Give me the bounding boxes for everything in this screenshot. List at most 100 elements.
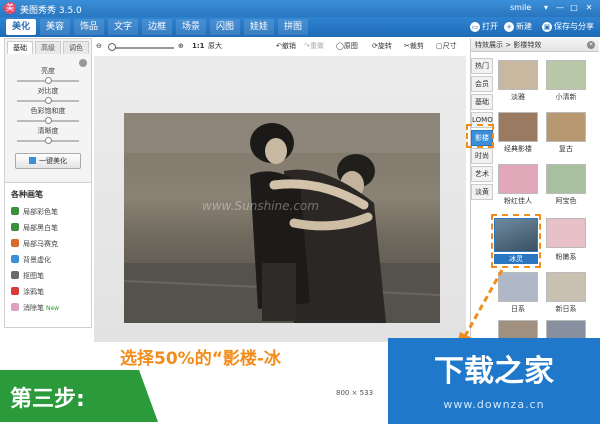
maximize-icon[interactable]: □ bbox=[568, 2, 580, 13]
undo-button[interactable]: ↶撤销 bbox=[276, 40, 296, 52]
effect-thumb[interactable] bbox=[546, 218, 586, 248]
brush-item-doodle[interactable]: 涂鸦笔 bbox=[11, 287, 44, 298]
new-badge: New bbox=[46, 305, 60, 312]
tab-basic[interactable]: 基础 bbox=[7, 41, 33, 54]
plus-icon: + bbox=[504, 22, 514, 32]
saturation-knob[interactable] bbox=[45, 117, 52, 124]
dropdown-icon[interactable]: ▾ bbox=[540, 2, 552, 13]
tab-advanced[interactable]: 高级 bbox=[35, 41, 61, 54]
brightness-knob[interactable] bbox=[45, 77, 52, 84]
tab-border[interactable]: 边框 bbox=[142, 19, 172, 35]
step-badge: 第三步: bbox=[0, 370, 158, 422]
brush-label: 涂鸦笔 bbox=[23, 288, 44, 296]
folder-icon: ▭ bbox=[470, 22, 480, 32]
effect-thumb[interactable] bbox=[498, 60, 538, 90]
tab-makeup[interactable]: 美容 bbox=[40, 19, 70, 35]
tab-doll[interactable]: 娃娃 bbox=[244, 19, 274, 35]
open-label: 打开 bbox=[482, 22, 498, 31]
effect-label: 淡雅 bbox=[511, 93, 525, 101]
crop-button[interactable]: ✂裁剪 bbox=[404, 40, 424, 52]
effect-thumb[interactable] bbox=[498, 112, 538, 142]
adjust-tabs: 基础 高级 调色 bbox=[5, 39, 91, 54]
tab-text[interactable]: 文字 bbox=[108, 19, 138, 35]
beautify-label: 一键美化 bbox=[39, 157, 67, 165]
edit-toolbar: ⊖ ⊕ 1:1 原大 ↶撤销 ↷重做 ◯原图 ⟳旋转 ✂裁剪 ▢尺寸 bbox=[92, 38, 470, 54]
tab-color[interactable]: 调色 bbox=[63, 41, 89, 54]
tab-collage[interactable]: 拼图 bbox=[278, 19, 308, 35]
resize-icon: ▢ bbox=[436, 42, 443, 50]
rotate-label: 旋转 bbox=[377, 42, 392, 50]
user-name[interactable]: smile bbox=[510, 3, 531, 12]
mosaic-icon bbox=[11, 239, 19, 247]
category-basic[interactable]: 基础 bbox=[471, 94, 493, 110]
category-hot[interactable]: 热门 bbox=[471, 58, 493, 74]
zoom-in-icon[interactable]: ⊕ bbox=[178, 40, 184, 52]
effect-thumb[interactable] bbox=[546, 60, 586, 90]
watermark: www.Sunshine.com bbox=[202, 199, 319, 213]
brand-url: www.downza.cn bbox=[443, 398, 545, 411]
bw-brush-icon bbox=[11, 223, 19, 231]
effect-label: 经典影楼 bbox=[504, 145, 532, 153]
sharpness-label: 清晰度 bbox=[37, 127, 59, 135]
effect-thumb[interactable] bbox=[498, 164, 538, 194]
effect-label: 复古 bbox=[559, 145, 573, 153]
brush-panel: 各种画笔 局部彩色笔 局部黑白笔 局部马赛克 背景虚化 抠图笔 涂鸦笔 消除笔 N… bbox=[4, 182, 92, 328]
resize-button[interactable]: ▢尺寸 bbox=[436, 40, 457, 52]
panel-close-icon[interactable]: × bbox=[587, 41, 595, 49]
tab-scene[interactable]: 场景 bbox=[176, 19, 206, 35]
brightness-label: 亮度 bbox=[41, 67, 55, 75]
edited-photo[interactable]: www.Sunshine.com bbox=[124, 113, 440, 323]
category-pale[interactable]: 淡黄 bbox=[471, 184, 493, 200]
brush-item-eraser[interactable]: 消除笔 New bbox=[11, 303, 59, 314]
category-fashion[interactable]: 时尚 bbox=[471, 148, 493, 164]
brush-label: 背景虚化 bbox=[23, 256, 51, 264]
rotate-button[interactable]: ⟳旋转 bbox=[372, 40, 392, 52]
contrast-knob[interactable] bbox=[45, 97, 52, 104]
blur-icon bbox=[11, 255, 19, 263]
app-title: 美图秀秀 3.5.0 bbox=[20, 6, 82, 16]
step-label: 第三步: bbox=[10, 387, 85, 412]
brush-label: 局部彩色笔 bbox=[23, 208, 58, 216]
magic-wand-icon bbox=[29, 157, 36, 164]
redo-button[interactable]: ↷重做 bbox=[304, 40, 324, 52]
effect-thumb[interactable] bbox=[546, 112, 586, 142]
close-icon[interactable]: ✕ bbox=[583, 2, 595, 13]
open-button[interactable]: ▭ 打开 bbox=[470, 20, 498, 34]
brush-item-bw[interactable]: 局部黑白笔 bbox=[11, 223, 58, 234]
tab-flash[interactable]: 闪图 bbox=[210, 19, 240, 35]
app-logo-icon: 美 bbox=[4, 2, 16, 14]
original-image-button[interactable]: ◯原图 bbox=[336, 40, 358, 52]
effect-label: 小清新 bbox=[555, 93, 577, 101]
minimize-icon[interactable]: — bbox=[554, 2, 566, 13]
brush-label: 消除笔 bbox=[23, 304, 44, 312]
brush-item-color[interactable]: 局部彩色笔 bbox=[11, 207, 58, 218]
brush-label: 局部马赛克 bbox=[23, 240, 58, 248]
effect-thumb[interactable] bbox=[546, 164, 586, 194]
category-art[interactable]: 艺术 bbox=[471, 166, 493, 182]
effect-thumb-selected[interactable] bbox=[494, 218, 538, 252]
actual-size-ratio[interactable]: 1:1 bbox=[192, 40, 205, 52]
tab-accessories[interactable]: 饰品 bbox=[74, 19, 104, 35]
selected-effect-label: 冰灵 bbox=[494, 254, 538, 264]
effect-thumb[interactable] bbox=[546, 272, 586, 302]
zoom-out-icon[interactable]: ⊖ bbox=[96, 40, 102, 52]
brush-item-cutout[interactable]: 抠图笔 bbox=[11, 271, 44, 282]
cutout-icon bbox=[11, 271, 19, 279]
sharpness-knob[interactable] bbox=[45, 137, 52, 144]
brush-label: 抠图笔 bbox=[23, 272, 44, 280]
brush-item-blur[interactable]: 背景虚化 bbox=[11, 255, 51, 266]
new-button[interactable]: + 新建 bbox=[504, 20, 532, 34]
one-click-beautify-button[interactable]: 一键美化 bbox=[15, 153, 81, 169]
effect-label: 粉红佳人 bbox=[504, 197, 532, 205]
new-label: 新建 bbox=[516, 22, 532, 31]
zoom-knob[interactable] bbox=[108, 43, 116, 51]
brush-panel-title: 各种画笔 bbox=[11, 190, 43, 199]
save-share-button[interactable]: ▣ 保存与分享 bbox=[542, 20, 594, 34]
original-size-button[interactable]: 原大 bbox=[208, 40, 222, 52]
saturation-label: 色彩饱和度 bbox=[30, 107, 66, 115]
category-member[interactable]: 会员 bbox=[471, 76, 493, 92]
crop-label: 裁剪 bbox=[409, 42, 424, 50]
tab-beautify[interactable]: 美化 bbox=[6, 19, 36, 35]
zoom-slider[interactable] bbox=[110, 47, 174, 49]
brush-item-mosaic[interactable]: 局部马赛克 bbox=[11, 239, 58, 250]
